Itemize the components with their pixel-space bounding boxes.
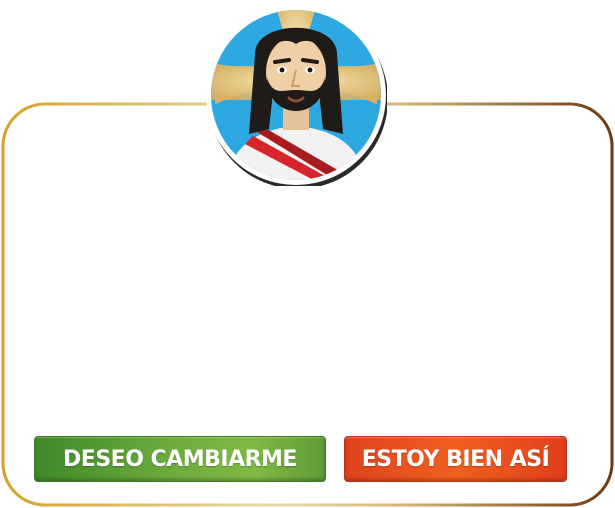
- estoy-bien-asi-label: ESTOY BIEN ASÍ: [361, 446, 550, 472]
- dialog-card: DESEO CAMBIARME ESTOY BIEN ASÍ: [0, 0, 615, 508]
- jesus-portrait-icon: [206, 5, 387, 186]
- deseo-cambiarme-button[interactable]: DESEO CAMBIARME: [34, 436, 326, 482]
- deseo-cambiarme-label: DESEO CAMBIARME: [63, 446, 297, 472]
- avatar: [205, 4, 387, 186]
- estoy-bien-asi-button[interactable]: ESTOY BIEN ASÍ: [344, 436, 567, 482]
